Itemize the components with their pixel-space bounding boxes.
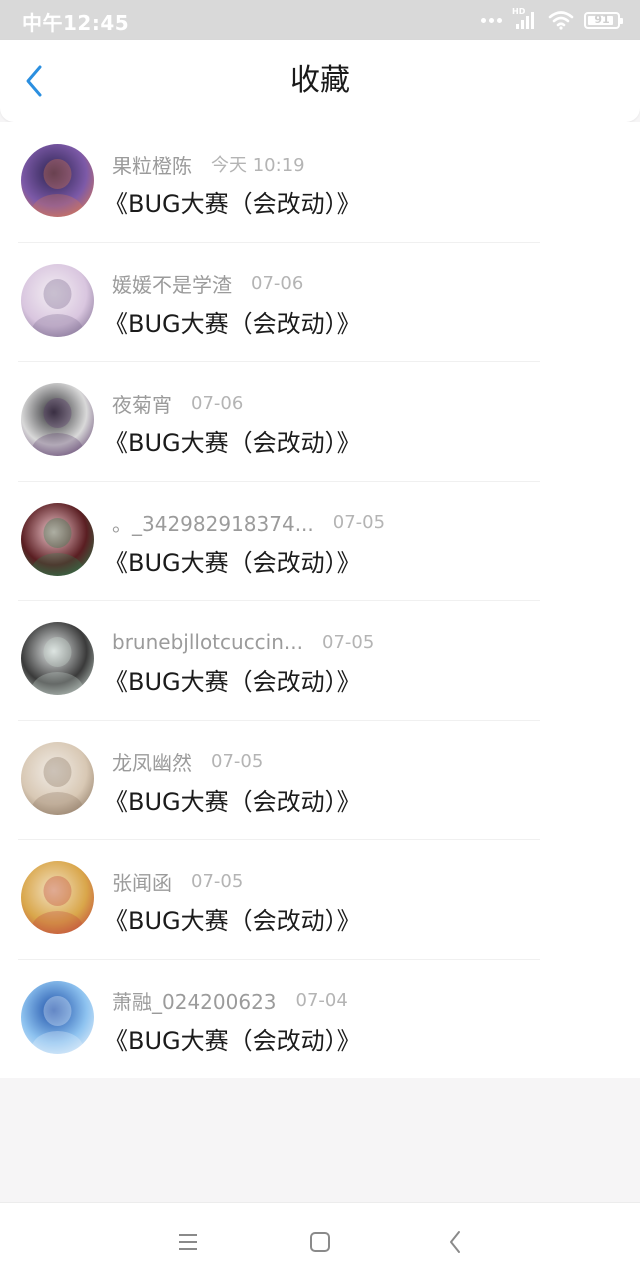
status-time: 中午12:45 <box>22 11 130 35</box>
avatar[interactable] <box>21 980 94 1054</box>
author-name[interactable]: 。_342982918374... <box>112 508 314 537</box>
home-square-icon <box>310 1232 330 1252</box>
home-button[interactable] <box>305 1227 335 1257</box>
post-date: 07-05 <box>322 631 375 653</box>
battery-level: 91 <box>594 12 610 26</box>
favorite-item[interactable]: 媛媛不是学渣 07-06 《BUG大赛（会改动）》 <box>0 241 640 362</box>
favorite-item[interactable]: 果粒橙陈 今天 10:19 《BUG大赛（会改动）》 <box>0 122 640 242</box>
favorite-item[interactable]: 萧融_024200623 07-04 《BUG大赛（会改动）》 <box>0 958 640 1079</box>
favorite-title[interactable]: 《BUG大赛（会改动）》 <box>104 543 361 578</box>
favorite-title[interactable]: 《BUG大赛（会改动）》 <box>104 184 361 219</box>
favorite-item[interactable]: brunebjllotcuccin... 07-05 《BUG大赛（会改动）》 <box>0 600 640 720</box>
avatar[interactable] <box>21 741 94 815</box>
avatar[interactable] <box>21 263 94 337</box>
post-date: 07-06 <box>251 273 304 294</box>
header: 收藏 <box>0 40 640 122</box>
favorites-list: 果粒橙陈 今天 10:19 《BUG大赛（会改动）》 媛媛不是学渣 07-06 《BUG大… <box>0 122 640 1078</box>
wifi-icon <box>548 11 574 30</box>
post-date: 07-05 <box>211 751 264 772</box>
more-dots-icon <box>481 17 502 23</box>
item-meta: 夜菊宵 07-06 <box>112 389 243 417</box>
author-name[interactable]: brunebjllotcuccin... <box>112 630 303 654</box>
menu-icon <box>179 1234 197 1250</box>
post-date: 今天 10:19 <box>211 155 305 176</box>
system-nav-bar <box>0 1202 640 1281</box>
favorite-title[interactable]: 《BUG大赛（会改动）》 <box>104 782 361 817</box>
back-triangle-icon <box>450 1231 460 1253</box>
page-title: 收藏 <box>290 63 350 98</box>
avatar[interactable] <box>21 383 94 456</box>
item-meta: 。_342982918374... 07-05 <box>112 509 385 537</box>
item-meta: 萧融_024200623 07-04 <box>112 987 348 1015</box>
author-name[interactable]: 夜菊宵 <box>112 389 172 418</box>
avatar[interactable] <box>21 144 94 217</box>
favorite-title[interactable]: 《BUG大赛（会改动）》 <box>104 662 361 697</box>
avatar[interactable] <box>21 861 94 934</box>
nav-back-button[interactable] <box>440 1227 470 1257</box>
favorite-item[interactable]: 夜菊宵 07-06 《BUG大赛（会改动）》 <box>0 361 640 481</box>
favorite-title[interactable]: 《BUG大赛（会改动）》 <box>104 1021 361 1056</box>
avatar[interactable] <box>21 502 94 576</box>
favorite-item[interactable]: 张闻函 07-05 《BUG大赛（会改动）》 <box>0 839 640 959</box>
author-name[interactable]: 媛媛不是学渣 <box>112 269 232 298</box>
favorite-title[interactable]: 《BUG大赛（会改动）》 <box>104 423 361 458</box>
favorite-item[interactable]: 。_342982918374... 07-05 《BUG大赛（会改动）》 <box>0 480 640 601</box>
favorite-title[interactable]: 《BUG大赛（会改动）》 <box>104 304 361 339</box>
post-date: 07-04 <box>295 990 348 1011</box>
author-name[interactable]: 萧融_024200623 <box>112 986 277 1015</box>
item-meta: 龙凤幽然 07-05 <box>112 748 263 776</box>
status-icons: HD 91 <box>481 7 623 32</box>
post-date: 07-05 <box>332 512 386 533</box>
favorite-item[interactable]: 龙凤幽然 07-05 《BUG大赛（会改动）》 <box>0 719 640 840</box>
battery-icon: 91 <box>584 11 623 29</box>
author-name[interactable]: 果粒橙陈 <box>112 150 192 179</box>
post-date: 07-06 <box>191 392 244 414</box>
author-name[interactable]: 张闻函 <box>112 867 172 896</box>
post-date: 07-05 <box>191 870 244 892</box>
author-name[interactable]: 龙凤幽然 <box>112 747 192 776</box>
status-bar: 中午12:45 HD 91 <box>0 0 640 40</box>
item-meta: 张闻函 07-05 <box>112 867 243 895</box>
signal-icon: HD <box>512 7 538 30</box>
item-meta: brunebjllotcuccin... 07-05 <box>112 628 374 656</box>
item-meta: 果粒橙陈 今天 10:19 <box>112 150 305 178</box>
menu-button[interactable] <box>173 1227 203 1257</box>
avatar[interactable] <box>21 622 94 695</box>
item-meta: 媛媛不是学渣 07-06 <box>112 270 303 298</box>
favorite-title[interactable]: 《BUG大赛（会改动）》 <box>104 901 361 936</box>
